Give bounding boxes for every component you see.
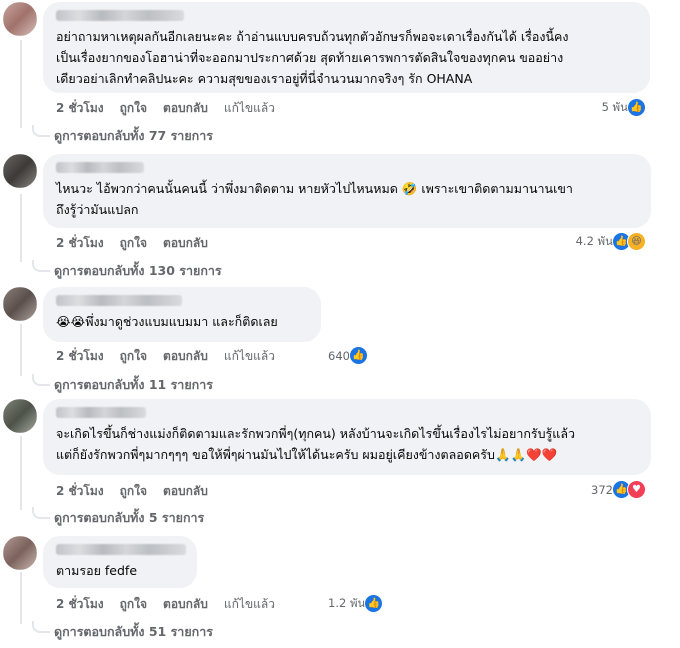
thread-elbow bbox=[32, 374, 50, 386]
like-icon: 👍 bbox=[348, 346, 368, 365]
author-name-blurred[interactable] bbox=[56, 407, 146, 418]
avatar[interactable] bbox=[3, 536, 37, 570]
comment-text: ไหนวะ ไอ้พวกว่าคนนั้นคนนี้ ว่าพึ่งมาติดต… bbox=[56, 181, 573, 217]
comment-bubble: จะเกิดไรขึ้นก็ช่างแม่งก็ติดตามและรักพวกพ… bbox=[43, 399, 651, 475]
thread-elbow bbox=[32, 260, 50, 272]
view-replies-label: ดูการตอบกลับทั้ง 5 รายการ bbox=[54, 510, 205, 525]
like-icon: 👍 bbox=[627, 98, 646, 117]
view-replies-link[interactable]: ดูการตอบกลับทั้ง 51 รายการ bbox=[32, 621, 213, 642]
comment-actions: 2 ชั่วโมง ถูกใจ ตอบกลับ แก้ไขแล้ว bbox=[56, 99, 291, 118]
reply-button[interactable]: ตอบกลับ bbox=[163, 234, 208, 253]
reply-button[interactable]: ตอบกลับ bbox=[163, 595, 208, 614]
comment-text: 😭😭พึ่งมาดูช่วงแบมแบมมา และก็ติดเลย bbox=[56, 314, 278, 329]
reaction-count: 4.2 พัน bbox=[575, 233, 613, 248]
avatar[interactable] bbox=[3, 154, 37, 188]
avatar[interactable] bbox=[3, 287, 37, 321]
thread-elbow bbox=[32, 621, 50, 633]
author-name-blurred[interactable] bbox=[56, 295, 182, 306]
thread-line bbox=[20, 436, 22, 510]
comment-time[interactable]: 2 ชั่วโมง bbox=[56, 595, 104, 614]
comment-bubble: ตามรอย fedfe bbox=[43, 536, 197, 588]
thread-line bbox=[20, 194, 22, 262]
thread-elbow bbox=[32, 125, 50, 137]
author-name-blurred[interactable] bbox=[56, 544, 186, 555]
edited-label: แก้ไขแล้ว bbox=[223, 349, 275, 363]
reaction-count: 640 bbox=[328, 348, 350, 363]
reaction-count: 1.2 พัน bbox=[328, 595, 366, 610]
reaction-summary[interactable]: 5 พัน 👍 bbox=[602, 98, 646, 117]
like-button[interactable]: ถูกใจ bbox=[120, 482, 147, 501]
author-name-blurred[interactable] bbox=[56, 162, 144, 173]
reaction-summary[interactable]: 4.2 พัน 👍 😆 bbox=[576, 232, 646, 251]
like-icon: 👍 bbox=[364, 594, 384, 613]
author-name-blurred[interactable] bbox=[56, 10, 184, 21]
thread-line bbox=[20, 324, 22, 376]
view-replies-label: ดูการตอบกลับทั้ง 11 รายการ bbox=[54, 377, 213, 392]
reaction-summary[interactable]: 1.2 พัน 👍 bbox=[328, 594, 384, 613]
comment-actions: 2 ชั่วโมง ถูกใจ ตอบกลับ แก้ไขแล้ว bbox=[56, 347, 291, 366]
reply-button[interactable]: ตอบกลับ bbox=[163, 347, 208, 366]
like-button[interactable]: ถูกใจ bbox=[120, 347, 147, 366]
like-button[interactable]: ถูกใจ bbox=[120, 234, 147, 253]
like-button[interactable]: ถูกใจ bbox=[120, 595, 147, 614]
reaction-count: 372 bbox=[591, 482, 613, 497]
love-icon: ♥ bbox=[627, 480, 646, 499]
comment-text: อย่าถามหาเหตุผลกันอีกเลยนะคะ ถ้าอ่านแบบค… bbox=[56, 29, 569, 86]
comment-actions: 2 ชั่วโมง ถูกใจ ตอบกลับ bbox=[56, 482, 224, 501]
comment-time[interactable]: 2 ชั่วโมง bbox=[56, 482, 104, 501]
comment-time[interactable]: 2 ชั่วโมง bbox=[56, 99, 104, 118]
reaction-summary[interactable]: 640 👍 bbox=[328, 346, 368, 365]
view-replies-label: ดูการตอบกลับทั้ง 51 รายการ bbox=[54, 624, 213, 639]
thread-line bbox=[20, 572, 22, 624]
thread-elbow bbox=[32, 507, 50, 519]
comment-bubble: 😭😭พึ่งมาดูช่วงแบมแบมมา และก็ติดเลย bbox=[43, 287, 321, 342]
comment-time[interactable]: 2 ชั่วโมง bbox=[56, 347, 104, 366]
view-replies-link[interactable]: ดูการตอบกลับทั้ง 11 รายการ bbox=[32, 374, 213, 395]
view-replies-link[interactable]: ดูการตอบกลับทั้ง 77 รายการ bbox=[32, 125, 213, 146]
like-button[interactable]: ถูกใจ bbox=[120, 99, 147, 118]
view-replies-link[interactable]: ดูการตอบกลับทั้ง 130 รายการ bbox=[32, 260, 222, 281]
edited-label: แก้ไขแล้ว bbox=[223, 101, 275, 115]
view-replies-label: ดูการตอบกลับทั้ง 77 รายการ bbox=[54, 128, 213, 143]
avatar[interactable] bbox=[3, 399, 37, 433]
edited-label: แก้ไขแล้ว bbox=[223, 597, 275, 611]
comment-text: ตามรอย fedfe bbox=[56, 563, 138, 578]
view-replies-link[interactable]: ดูการตอบกลับทั้ง 5 รายการ bbox=[32, 507, 205, 528]
comment-time[interactable]: 2 ชั่วโมง bbox=[56, 234, 104, 253]
comment-actions: 2 ชั่วโมง ถูกใจ ตอบกลับ แก้ไขแล้ว bbox=[56, 595, 291, 614]
reaction-count: 5 พัน bbox=[601, 99, 628, 114]
reply-button[interactable]: ตอบกลับ bbox=[163, 482, 208, 501]
comment-bubble: อย่าถามหาเหตุผลกันอีกเลยนะคะ ถ้าอ่านแบบค… bbox=[43, 2, 650, 93]
thread-line bbox=[20, 40, 22, 128]
comment-actions: 2 ชั่วโมง ถูกใจ ตอบกลับ bbox=[56, 234, 224, 253]
view-replies-label: ดูการตอบกลับทั้ง 130 รายการ bbox=[54, 263, 222, 278]
reply-button[interactable]: ตอบกลับ bbox=[163, 99, 208, 118]
comment-text: จะเกิดไรขึ้นก็ช่างแม่งก็ติดตามและรักพวกพ… bbox=[56, 426, 576, 462]
reaction-summary[interactable]: 372 👍 ♥ bbox=[591, 480, 646, 499]
haha-icon: 😆 bbox=[627, 232, 646, 251]
avatar[interactable] bbox=[3, 2, 37, 36]
comment-bubble: ไหนวะ ไอ้พวกว่าคนนั้นคนนี้ ว่าพึ่งมาติดต… bbox=[43, 154, 651, 228]
